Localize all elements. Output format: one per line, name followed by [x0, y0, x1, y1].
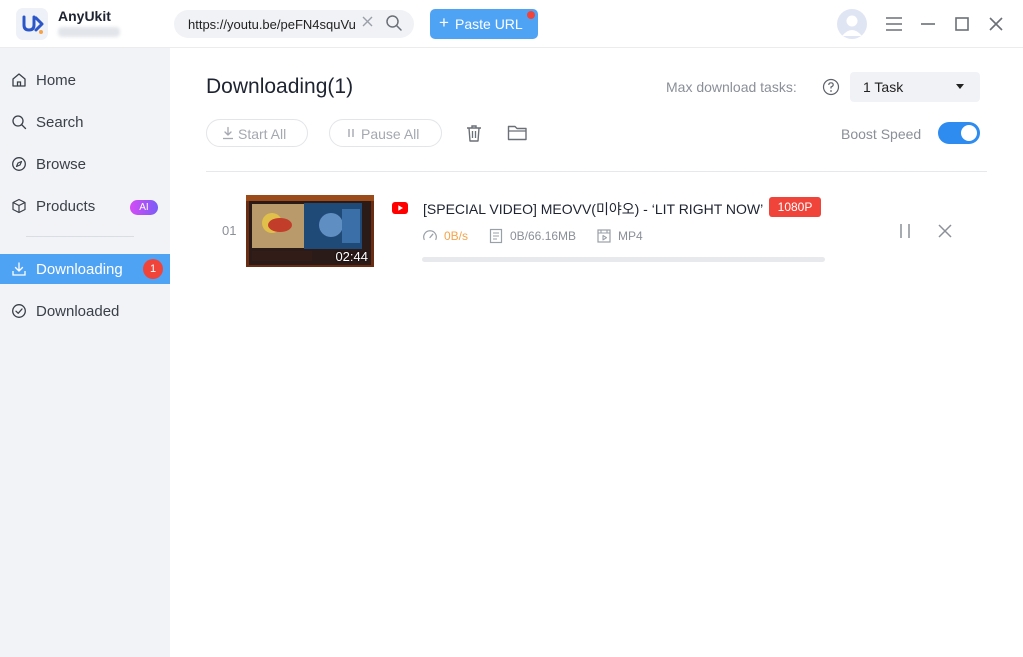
format-value: MP4: [618, 229, 643, 243]
video-file-icon: [597, 229, 611, 243]
paste-url-button[interactable]: + Paste URL: [430, 9, 538, 39]
page-title: Downloading(1): [206, 75, 354, 98]
check-circle-icon: [12, 304, 26, 318]
compass-icon: [12, 157, 26, 171]
start-all-button[interactable]: Start All: [206, 119, 308, 147]
download-progress-bar: [422, 257, 825, 262]
help-icon[interactable]: [822, 78, 840, 96]
resolution-badge: 1080P: [769, 197, 821, 217]
ai-badge: AI: [130, 200, 158, 215]
sidebar-item-label: Downloading: [36, 261, 123, 278]
close-icon[interactable]: [982, 10, 1010, 38]
box-icon: [12, 198, 26, 214]
minimize-icon[interactable]: [914, 10, 942, 38]
sidebar-item-search[interactable]: Search: [0, 107, 170, 137]
app-logo: [16, 8, 48, 40]
max-download-tasks-label: Max download tasks:: [666, 79, 797, 95]
remove-download-icon[interactable]: [936, 222, 954, 240]
folder-icon[interactable]: [507, 124, 529, 142]
sidebar-item-home[interactable]: Home: [0, 65, 170, 95]
paste-url-label: Paste URL: [455, 16, 523, 32]
video-thumbnail[interactable]: 02:44: [246, 195, 374, 267]
account-name-blurred: [58, 27, 120, 37]
sidebar-item-label: Products: [36, 198, 96, 215]
search-icon: [12, 115, 27, 130]
clear-icon[interactable]: [362, 16, 373, 27]
home-icon: [12, 73, 26, 87]
sidebar: Home Search Browse Products AI Downloadi…: [0, 48, 170, 657]
sidebar-item-label: Downloaded: [36, 303, 120, 320]
pause-icon[interactable]: [896, 222, 914, 240]
download-row[interactable]: 01 02:44 [SPECIAL VIDEO] MEOVV(미야오) - ‘L…: [206, 188, 987, 274]
youtube-icon: [392, 202, 408, 214]
toggle-knob: [961, 125, 977, 141]
sidebar-item-downloading[interactable]: Downloading 1: [0, 254, 170, 284]
download-icon: [223, 126, 233, 140]
boost-speed-toggle[interactable]: [938, 122, 980, 144]
video-duration: 02:44: [335, 249, 368, 264]
app-name: AnyUkit: [58, 8, 111, 24]
size-value: 0B/66.16MB: [510, 229, 577, 243]
sidebar-item-label: Search: [36, 114, 84, 131]
url-input[interactable]: https://youtu.be/peFN4squVu: [174, 10, 414, 38]
sidebar-item-downloaded[interactable]: Downloaded: [0, 296, 170, 326]
row-index: 01: [222, 223, 237, 238]
sidebar-item-browse[interactable]: Browse: [0, 149, 170, 179]
sidebar-item-label: Browse: [36, 156, 87, 173]
chevron-down-icon: [956, 84, 964, 89]
title-bar: AnyUkit https://youtu.be/peFN4squVu + Pa…: [0, 0, 1023, 48]
sidebar-item-label: Home: [36, 72, 77, 89]
trash-icon[interactable]: [464, 123, 484, 143]
toolbar-divider: [206, 171, 987, 172]
search-icon[interactable]: [385, 14, 403, 32]
speedometer-icon: [423, 230, 437, 241]
maximize-icon[interactable]: [948, 10, 976, 38]
pause-icon: [348, 129, 354, 137]
main-panel: Downloading(1) Max download tasks: 1 Tas…: [170, 48, 1023, 657]
downloading-count-badge: 1: [143, 259, 163, 279]
sidebar-divider: [26, 236, 134, 237]
menu-icon[interactable]: [880, 10, 908, 38]
speed-value: 0B/s: [444, 229, 469, 243]
pause-all-label: Pause All: [361, 126, 420, 142]
sidebar-item-products[interactable]: Products AI: [0, 191, 170, 221]
url-input-value[interactable]: https://youtu.be/peFN4squVu: [188, 17, 370, 32]
download-icon: [12, 262, 26, 276]
video-title: [SPECIAL VIDEO] MEOVV(미야오) - ‘LIT RIGHT …: [423, 201, 764, 217]
notification-dot: [527, 11, 535, 19]
pause-all-button[interactable]: Pause All: [329, 119, 442, 147]
user-icon: [842, 15, 862, 36]
plus-icon: +: [439, 13, 449, 32]
start-all-label: Start All: [238, 126, 287, 142]
file-icon: [489, 228, 503, 244]
boost-speed-label: Boost Speed: [841, 126, 922, 142]
user-avatar[interactable]: [837, 9, 867, 39]
max-tasks-select[interactable]: 1 Task: [850, 72, 980, 102]
max-tasks-value: 1 Task: [863, 79, 904, 95]
